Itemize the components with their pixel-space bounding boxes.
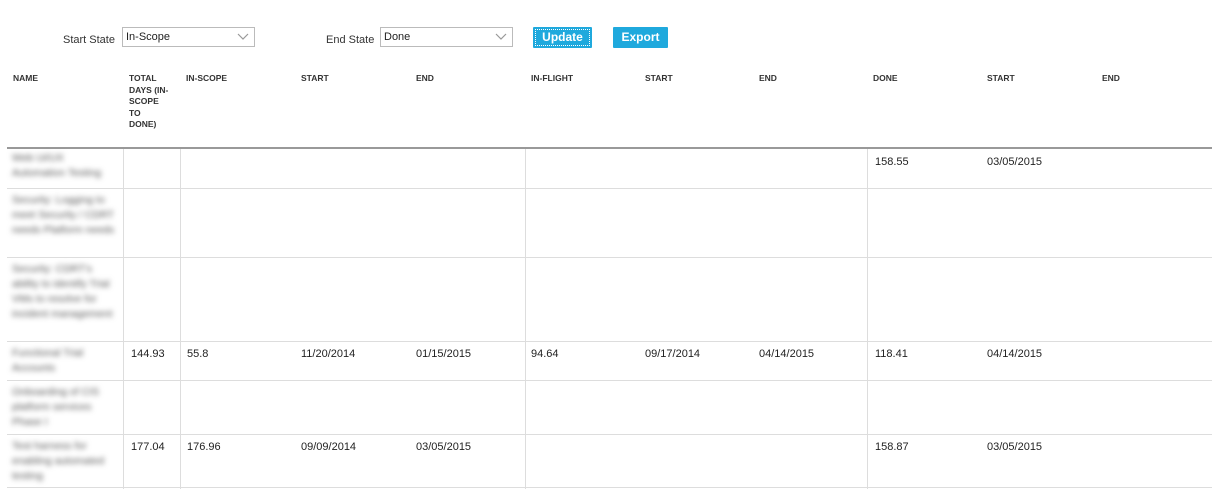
row-divider: [7, 380, 1212, 381]
export-button[interactable]: Export: [613, 27, 668, 48]
start-state-value: In-Scope: [126, 31, 171, 43]
row-divider: [7, 434, 1212, 435]
col-header-in-flight: IN-FLIGHT: [531, 73, 574, 83]
cell-done: 158.87: [875, 441, 909, 453]
col-header-in-scope-end: END: [416, 73, 434, 83]
row-divider: [7, 188, 1212, 189]
end-state-value: Done: [384, 31, 411, 43]
cell-in-scope-end: 01/15/2015: [416, 348, 472, 360]
update-button[interactable]: Update: [533, 27, 592, 48]
col-header-done-start: START: [987, 73, 1015, 83]
cell-in-flight-end: 04/14/2015: [759, 348, 815, 360]
col-header-in-scope-start: START: [301, 73, 329, 83]
col-header-in-flight-start: START: [645, 73, 673, 83]
end-state-select[interactable]: Done: [380, 27, 513, 47]
header-divider: [7, 147, 1212, 149]
row-divider: [7, 341, 1212, 342]
cell-in-flight-start: 09/17/2014: [645, 348, 701, 360]
row-name[interactable]: Onboarding of CIS platform services Phas…: [12, 385, 118, 430]
row-name[interactable]: Security: Logging to meet Security / CDR…: [12, 193, 118, 238]
row-name[interactable]: Functional Trial Accounts: [12, 346, 118, 376]
column-divider: [180, 149, 181, 489]
end-state-label: End State: [326, 34, 375, 46]
cell-done: 118.41: [875, 348, 908, 360]
cell-in-scope-start: 09/09/2014: [301, 441, 357, 453]
start-state-label: Start State: [63, 34, 115, 46]
cell-in-scope-start: 11/20/2014: [301, 348, 356, 360]
cell-in-flight: 94.64: [531, 348, 559, 360]
row-divider: [7, 487, 1212, 488]
chevron-down-icon: [495, 33, 507, 40]
cell-in-scope-end: 03/05/2015: [416, 441, 472, 453]
row-name[interactable]: Web Ui/UX Automation Testing: [12, 151, 118, 181]
cell-in-scope: 176.96: [187, 441, 221, 453]
cell-total-days: 144.93: [131, 348, 165, 360]
cell-done-start: 03/05/2015: [987, 156, 1043, 168]
col-header-total-days: TOTAL DAYS (IN-SCOPE TO DONE): [129, 73, 169, 129]
row-name[interactable]: Security: CDRT's ability to identify Tri…: [12, 262, 118, 322]
cell-total-days: 177.04: [131, 441, 165, 453]
start-state-select[interactable]: In-Scope: [122, 27, 255, 47]
col-header-in-flight-end: END: [759, 73, 777, 83]
col-header-done: DONE: [873, 73, 898, 83]
col-header-in-scope: IN-SCOPE: [186, 73, 228, 83]
column-divider: [123, 149, 124, 489]
row-name[interactable]: Test harness for enabling automated test…: [12, 439, 118, 484]
cell-in-scope: 55.8: [187, 348, 209, 360]
cell-done: 158.55: [875, 156, 909, 168]
column-divider: [525, 149, 526, 489]
col-header-done-end: END: [1102, 73, 1120, 83]
row-divider: [7, 257, 1212, 258]
chevron-down-icon: [237, 33, 249, 40]
column-divider: [867, 149, 868, 489]
col-header-name: NAME: [13, 73, 39, 83]
cell-done-start: 04/14/2015: [987, 348, 1043, 360]
cell-done-start: 03/05/2015: [987, 441, 1043, 453]
